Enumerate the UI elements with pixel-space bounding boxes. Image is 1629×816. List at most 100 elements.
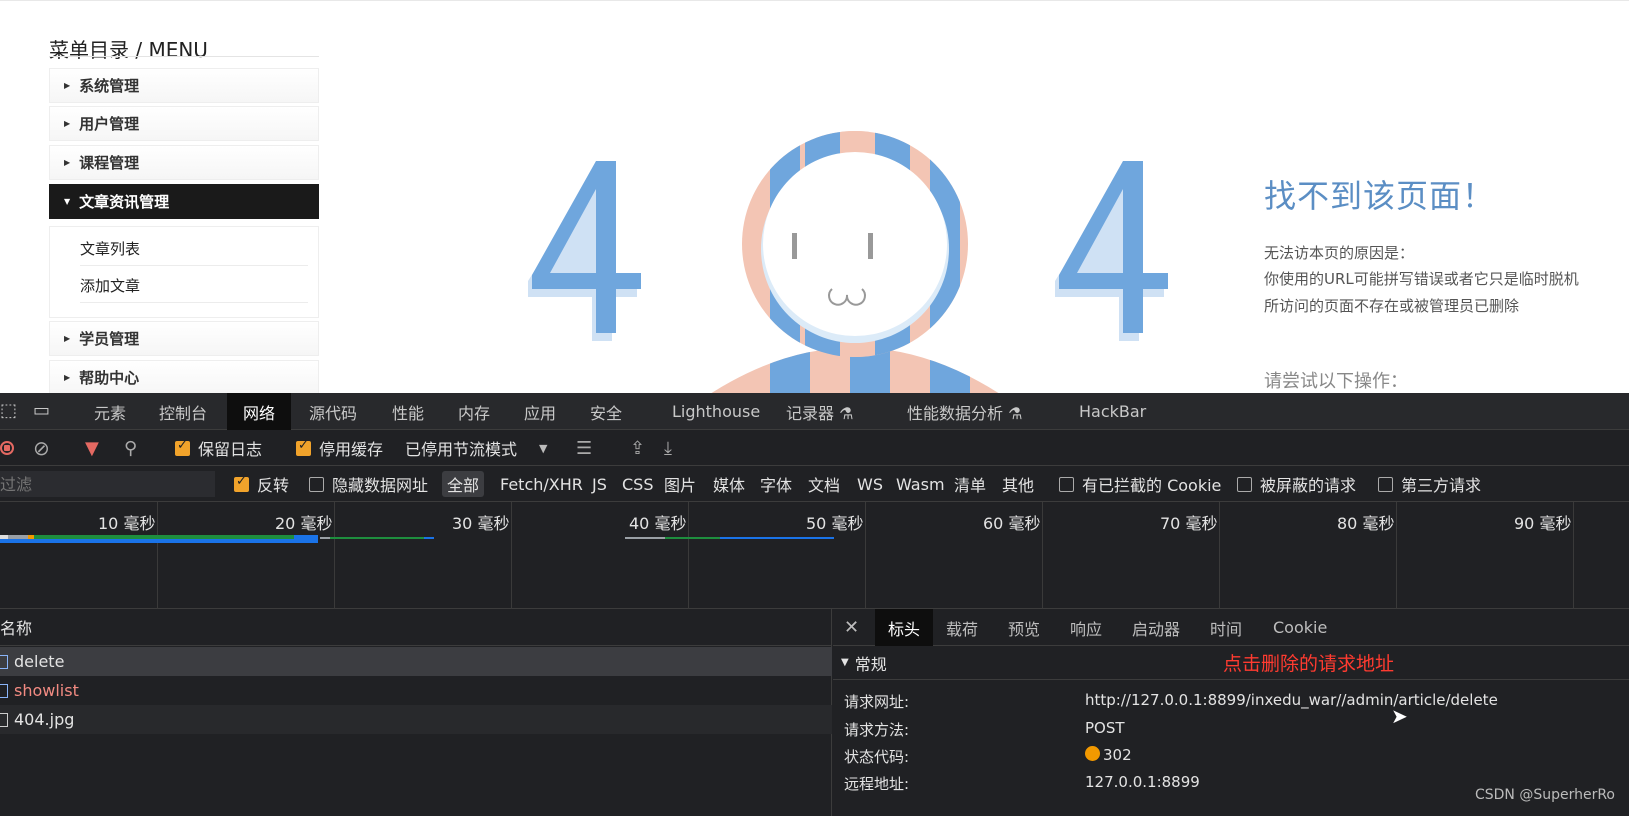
detail-tab-payload[interactable]: 载荷 [946,609,978,646]
status-code-key: 状态代码: [844,748,910,766]
remote-address-key: 远程地址: [844,775,910,793]
throttle-value: 已停用节流模式 [405,440,518,459]
404-illustration [528,131,1168,393]
watermark: CSDN @SuperherRo [1474,787,1615,803]
timeline-tick-label: 90 毫秒 [1514,514,1572,533]
menu-item-help[interactable]: ▶ 帮助中心 [49,360,319,393]
timeline-bar [424,537,434,539]
timeline-tick-label: 80 毫秒 [1337,514,1395,533]
submenu-item-add-article[interactable]: 添加文章 [80,268,308,303]
detail-tab-headers[interactable]: 标头 [875,609,934,646]
tab-elements[interactable]: 元素 [94,393,126,430]
error-reason-heading: 无法访本页的原因是： [1264,244,1415,262]
third-party-checkbox[interactable]: 第三方请求 [1378,466,1481,502]
detail-tab-cookies[interactable]: Cookie [1273,609,1327,646]
filter-type-font[interactable]: 字体 [760,466,792,502]
tab-network[interactable]: 网络 [227,393,292,430]
submenu-item-article-list[interactable]: 文章列表 [80,231,308,266]
menu-item-label: 系统管理 [79,77,140,95]
disable-cache-checkbox[interactable]: 停用缓存 [296,430,383,466]
timeline-tick-label: 30 毫秒 [452,514,510,533]
menu-item-courses[interactable]: ▶ 课程管理 [49,145,319,180]
tab-console[interactable]: 控制台 [159,393,207,430]
close-icon[interactable]: ✕ [844,609,859,646]
tab-sources[interactable]: 源代码 [309,393,357,430]
menu-item-users[interactable]: ▶ 用户管理 [49,106,319,141]
request-name: showlist [14,681,79,700]
inspect-element-icon[interactable]: ⬚ [0,400,17,421]
hide-data-urls-checkbox[interactable]: 隐藏数据网址 [309,466,428,502]
checkbox-unchecked-icon [1237,476,1252,492]
caret-right-icon: ▶ [64,119,71,128]
preserve-log-label: 保留日志 [198,440,263,459]
tab-performance[interactable]: 性能 [392,393,424,430]
timeline-tick-label: 40 毫秒 [629,514,687,533]
search-icon[interactable]: ⚲ [124,430,137,466]
tab-lighthouse[interactable]: Lighthouse [672,393,760,430]
filter-type-manifest[interactable]: 清单 [954,466,986,502]
error-reason-2: 所访问的页面不存在或被管理员已删除 [1264,297,1520,315]
checkbox-unchecked-icon [1378,476,1393,492]
throttle-select[interactable]: 已停用节流模式 ▼ [405,430,547,466]
preserve-log-checkbox[interactable]: 保留日志 [175,430,262,466]
filter-type-img[interactable]: 图片 [664,466,696,502]
network-timeline-overview[interactable]: 10 毫秒 20 毫秒 30 毫秒 40 毫秒 50 毫秒 60 毫秒 70 毫… [0,502,1629,609]
caret-right-icon: ▶ [64,81,71,90]
request-list: 名称 delete showlist 404.jpg [0,609,832,816]
hide-data-urls-label: 隐藏数据网址 [332,476,429,495]
request-row-delete[interactable]: delete [0,647,832,676]
menu-item-students[interactable]: ▶ 学员管理 [49,321,319,356]
detail-tab-preview[interactable]: 预览 [1008,609,1040,646]
filter-type-ws[interactable]: WS [857,466,883,502]
filter-type-fetch-xhr[interactable]: Fetch/XHR [500,466,583,502]
timeline-bar [665,537,720,539]
filter-input[interactable] [0,471,215,497]
tab-memory[interactable]: 内存 [458,393,490,430]
blocked-cookies-checkbox[interactable]: 有已拦截的 Cookie [1059,466,1221,502]
filter-icon[interactable]: ▼ [85,430,99,466]
filter-type-media[interactable]: 媒体 [713,466,745,502]
menu-title: 菜单目录 / MENU [49,38,208,62]
timeline-bar [320,537,330,539]
request-list-header[interactable]: 名称 [0,609,832,646]
caret-right-icon: ▶ [64,373,71,382]
request-row-404-jpg[interactable]: 404.jpg [0,705,832,734]
tab-performance-insights[interactable]: 性能数据分析 ⚗ [907,393,1022,430]
caret-down-icon: ▼ [841,657,849,668]
tab-hackbar[interactable]: HackBar [1079,393,1146,430]
filter-type-wasm[interactable]: Wasm [896,466,945,502]
filter-type-js[interactable]: JS [592,466,607,502]
menu-item-articles[interactable]: ▼ 文章资讯管理 [49,184,319,219]
blocked-requests-checkbox[interactable]: 被屏蔽的请求 [1237,466,1356,502]
menu-item-label: 学员管理 [79,330,140,348]
device-toolbar-icon[interactable]: ▭ [33,400,50,421]
tab-recorder[interactable]: 记录器 ⚗ [786,393,853,430]
clear-icon[interactable]: ⊘ [33,430,50,466]
detail-tab-initiator[interactable]: 启动器 [1132,609,1180,646]
menu-item-system[interactable]: ▶ 系统管理 [49,68,319,103]
network-conditions-icon[interactable]: ☰ [576,430,592,466]
filter-type-other[interactable]: 其他 [1002,466,1034,502]
upload-icon[interactable]: ⇪ [630,430,645,466]
detail-tab-timing[interactable]: 时间 [1210,609,1242,646]
tab-application[interactable]: 应用 [524,393,556,430]
detail-tab-response[interactable]: 响应 [1070,609,1102,646]
record-icon[interactable] [0,430,14,466]
menu-item-label: 帮助中心 [79,369,140,387]
request-url-key: 请求网址: [844,693,910,711]
tab-security[interactable]: 安全 [590,393,622,430]
download-icon[interactable]: ⤓ [664,430,672,466]
blocked-requests-label: 被屏蔽的请求 [1260,476,1357,495]
request-detail-tabs: ✕ 标头 载荷 预览 响应 启动器 时间 Cookie [833,609,1629,646]
filter-type-doc[interactable]: 文档 [808,466,840,502]
request-detail-pane: ✕ 标头 载荷 预览 响应 启动器 时间 Cookie ▼ 常规 点击删除的请求地… [833,609,1629,816]
image-file-icon [0,712,8,727]
request-row-showlist[interactable]: showlist [0,676,832,705]
network-toolbar: ⊘ ▼ ⚲ 保留日志 停用缓存 已停用节流模式 ▼ ☰ ⇪ ⤓ [0,430,1629,466]
status-code-field: 302 [1085,746,1132,764]
filter-type-all[interactable]: 全部 [442,471,485,497]
invert-label: 反转 [257,476,290,495]
invert-checkbox[interactable]: 反转 [234,466,289,502]
remote-address-value: 127.0.0.1:8899 [1085,773,1200,791]
filter-type-css[interactable]: CSS [622,466,653,502]
